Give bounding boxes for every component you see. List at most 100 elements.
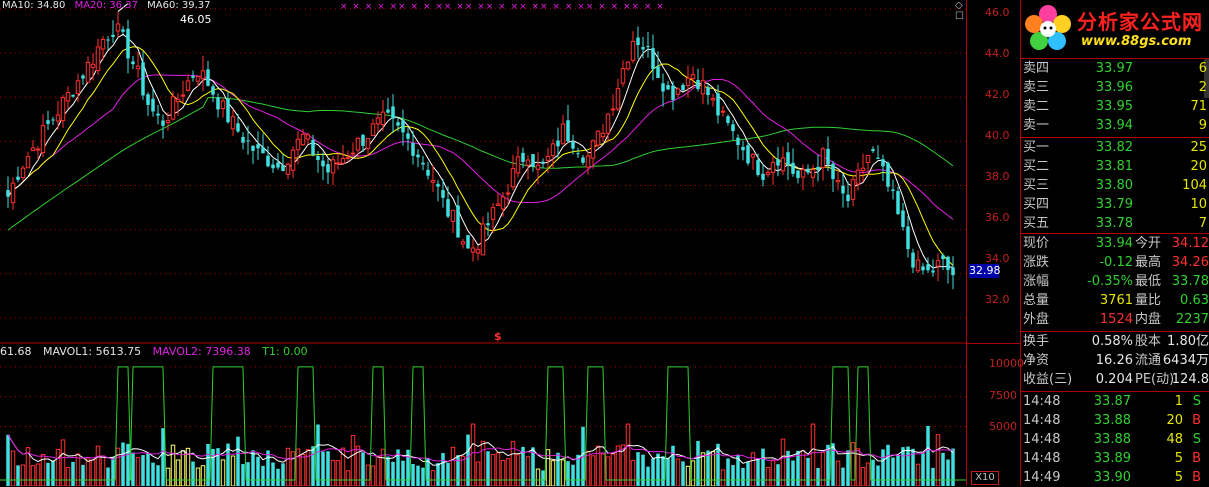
tick-price: 33.89 bbox=[1093, 451, 1131, 466]
volume-bar bbox=[800, 450, 806, 486]
candle-body bbox=[386, 109, 390, 113]
tick-volume: 5 bbox=[1174, 451, 1183, 466]
volume-bar bbox=[300, 453, 306, 486]
volume-bar bbox=[921, 453, 925, 486]
sell-price: 33.94 bbox=[1095, 118, 1133, 133]
volume-legend: 61.68 MAVOL1: 5613.75 MAVOL2: 7396.38 T1… bbox=[0, 345, 316, 358]
tick-time: 14:48 bbox=[1023, 394, 1061, 409]
quote-label: 外盘 bbox=[1023, 312, 1050, 327]
volume-bar bbox=[846, 450, 850, 486]
candle-body bbox=[625, 61, 631, 70]
logo-title: 分析家公式网 bbox=[1077, 10, 1203, 34]
candle-body bbox=[515, 156, 521, 174]
buy-row: 买三 33.80 104 bbox=[1021, 176, 1209, 195]
candle-body bbox=[441, 190, 445, 198]
volume-bar bbox=[46, 462, 50, 486]
volume-bar bbox=[85, 458, 91, 486]
tick-row: 14:48 33.89 5 B bbox=[1021, 449, 1209, 468]
volume-bar bbox=[656, 453, 660, 486]
volume-bar bbox=[835, 460, 841, 486]
volume-bar bbox=[436, 463, 440, 486]
candle-body bbox=[175, 98, 181, 103]
volume-bar bbox=[290, 451, 296, 486]
candle-body bbox=[881, 159, 885, 167]
sell-row: 卖四 33.97 6 bbox=[1021, 59, 1209, 78]
price-tick: 40.0 bbox=[985, 129, 1010, 142]
candle-body bbox=[820, 148, 826, 168]
volume-bar bbox=[305, 449, 311, 486]
volume-bar bbox=[860, 467, 866, 486]
candle-body bbox=[500, 196, 506, 210]
volume-bar bbox=[411, 464, 415, 486]
candle-body bbox=[636, 37, 640, 46]
sell-level-label: 卖三 bbox=[1023, 80, 1050, 95]
volume-bar bbox=[165, 467, 171, 486]
candle-body bbox=[466, 235, 470, 249]
buy-volume: 7 bbox=[1198, 216, 1207, 231]
volume-bar bbox=[865, 462, 871, 486]
quote-value: 33.94 bbox=[1095, 236, 1133, 251]
candle-body bbox=[321, 160, 325, 167]
volume-bar bbox=[230, 455, 236, 486]
candle-body bbox=[720, 110, 726, 113]
candle-body bbox=[896, 191, 900, 215]
volume-bar bbox=[421, 467, 425, 486]
candle-body bbox=[615, 88, 621, 110]
flower-logo-icon bbox=[1025, 5, 1071, 50]
candle-body bbox=[281, 165, 285, 171]
logo-url: www.88gs.com bbox=[1081, 34, 1192, 49]
buy-row: 买四 33.79 10 bbox=[1021, 195, 1209, 214]
volume-bar bbox=[475, 461, 481, 486]
volume-bar bbox=[361, 452, 365, 486]
volume-bar bbox=[261, 465, 265, 486]
candle-body bbox=[35, 148, 41, 151]
ma-c-label: MA60: 39.37 bbox=[147, 0, 211, 11]
volume-bar bbox=[90, 459, 96, 486]
candle-body bbox=[316, 156, 320, 161]
tick-side: B bbox=[1192, 470, 1201, 485]
volume-bar bbox=[556, 452, 560, 486]
tick-volume: 5 bbox=[1174, 470, 1183, 485]
candle-body bbox=[271, 164, 275, 169]
volume-bar bbox=[311, 446, 315, 486]
volume-bar bbox=[51, 460, 55, 486]
candle-body bbox=[401, 120, 405, 133]
buy-level-label: 买一 bbox=[1023, 140, 1050, 155]
volume-bar bbox=[710, 451, 716, 486]
candle-body bbox=[71, 94, 75, 97]
candle-body bbox=[305, 134, 311, 140]
tick-price: 33.88 bbox=[1093, 413, 1131, 428]
volume-bar bbox=[480, 440, 486, 486]
candle-body bbox=[770, 162, 776, 173]
buy-volume: 20 bbox=[1190, 159, 1207, 174]
candle-body bbox=[756, 160, 760, 175]
candle-body bbox=[946, 256, 950, 270]
tick-row: 14:49 33.90 5 B bbox=[1021, 468, 1209, 487]
candle-body bbox=[115, 23, 121, 32]
fundamental-value: 16.26 bbox=[1095, 353, 1133, 368]
panel-toggle-icon[interactable]: ◇ ☐ bbox=[955, 0, 966, 22]
volume-bar bbox=[560, 459, 566, 486]
volume-bar bbox=[375, 456, 381, 486]
volume-bar bbox=[926, 425, 930, 486]
candle-body bbox=[600, 132, 606, 138]
quote-value: 0.63 bbox=[1180, 293, 1209, 308]
candle-body bbox=[256, 144, 260, 149]
volume-bar bbox=[335, 460, 341, 486]
candle-body bbox=[40, 125, 46, 154]
volume-bar bbox=[646, 466, 650, 486]
kline-chart[interactable] bbox=[0, 0, 966, 486]
quote-value: 3761 bbox=[1099, 293, 1133, 308]
candle-body bbox=[531, 154, 535, 167]
candle-body bbox=[620, 68, 626, 84]
volume-tick: 10000 bbox=[989, 357, 1024, 370]
volume-bar bbox=[690, 460, 696, 486]
quote-label: 今开 bbox=[1135, 236, 1162, 251]
volume-bar bbox=[535, 468, 541, 486]
tick-price: 33.87 bbox=[1093, 394, 1131, 409]
volume-bar bbox=[515, 454, 521, 486]
volume-bar bbox=[106, 467, 110, 486]
volume-bar bbox=[946, 459, 950, 486]
kline-chart-area[interactable]: MA10: 34.80 MA20: 36.37 MA60: 39.37 × × … bbox=[0, 0, 966, 486]
price-tick: 38.0 bbox=[985, 170, 1010, 183]
